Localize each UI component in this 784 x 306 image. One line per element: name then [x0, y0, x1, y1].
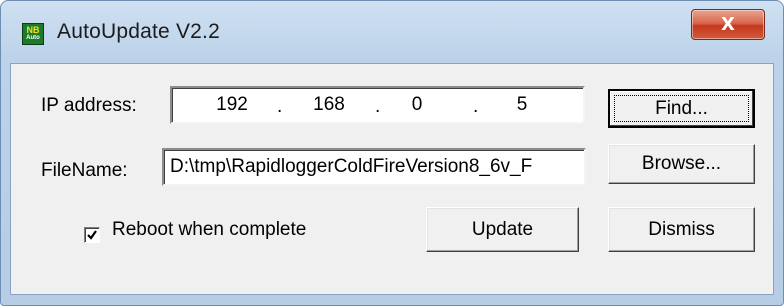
- update-button-label: Update: [471, 219, 534, 240]
- title-bar[interactable]: NB Auto AutoUpdate V2.2 X: [1, 1, 783, 63]
- find-button[interactable]: Find...: [608, 89, 755, 128]
- ip-separator: .: [277, 96, 283, 117]
- dismiss-button[interactable]: Dismiss: [608, 207, 755, 252]
- ip-octet-3[interactable]: 0: [387, 94, 447, 116]
- ip-octet-4[interactable]: 5: [492, 94, 552, 116]
- focus-ring: [614, 95, 749, 122]
- browse-button-label: Browse...: [641, 153, 722, 174]
- ip-address-label: IP address:: [41, 95, 137, 116]
- checkmark-icon: [87, 230, 97, 240]
- app-icon-text-bottom: Auto: [26, 35, 40, 41]
- window-title: AutoUpdate V2.2: [57, 20, 220, 43]
- ip-octet-1[interactable]: 192: [202, 94, 262, 116]
- filename-label: FileName:: [41, 160, 128, 181]
- ip-address-field[interactable]: 192 . 168 . 0 . 5: [170, 86, 585, 124]
- ip-separator: .: [375, 96, 381, 117]
- dialog-client-area: IP address: 192 . 168 . 0 . 5 Find... Fi…: [10, 63, 774, 295]
- ip-separator: .: [473, 96, 479, 117]
- filename-value: D:\tmp\RapidloggerColdFireVersion8_6v_F: [170, 156, 533, 177]
- dismiss-button-label: Dismiss: [648, 219, 715, 240]
- update-button[interactable]: Update: [426, 207, 579, 252]
- close-icon: X: [721, 14, 735, 35]
- browse-button[interactable]: Browse...: [608, 144, 755, 184]
- filename-input[interactable]: D:\tmp\RapidloggerColdFireVersion8_6v_F: [162, 148, 586, 186]
- reboot-checkbox[interactable]: [84, 227, 100, 243]
- app-icon-text-top: NB: [26, 25, 40, 35]
- ip-octet-2[interactable]: 168: [299, 94, 359, 116]
- app-icon: NB Auto: [22, 23, 44, 45]
- reboot-label[interactable]: Reboot when complete: [112, 219, 306, 241]
- autoupdate-window: NB Auto AutoUpdate V2.2 X IP address: 19…: [0, 0, 784, 306]
- close-button[interactable]: X: [691, 9, 765, 40]
